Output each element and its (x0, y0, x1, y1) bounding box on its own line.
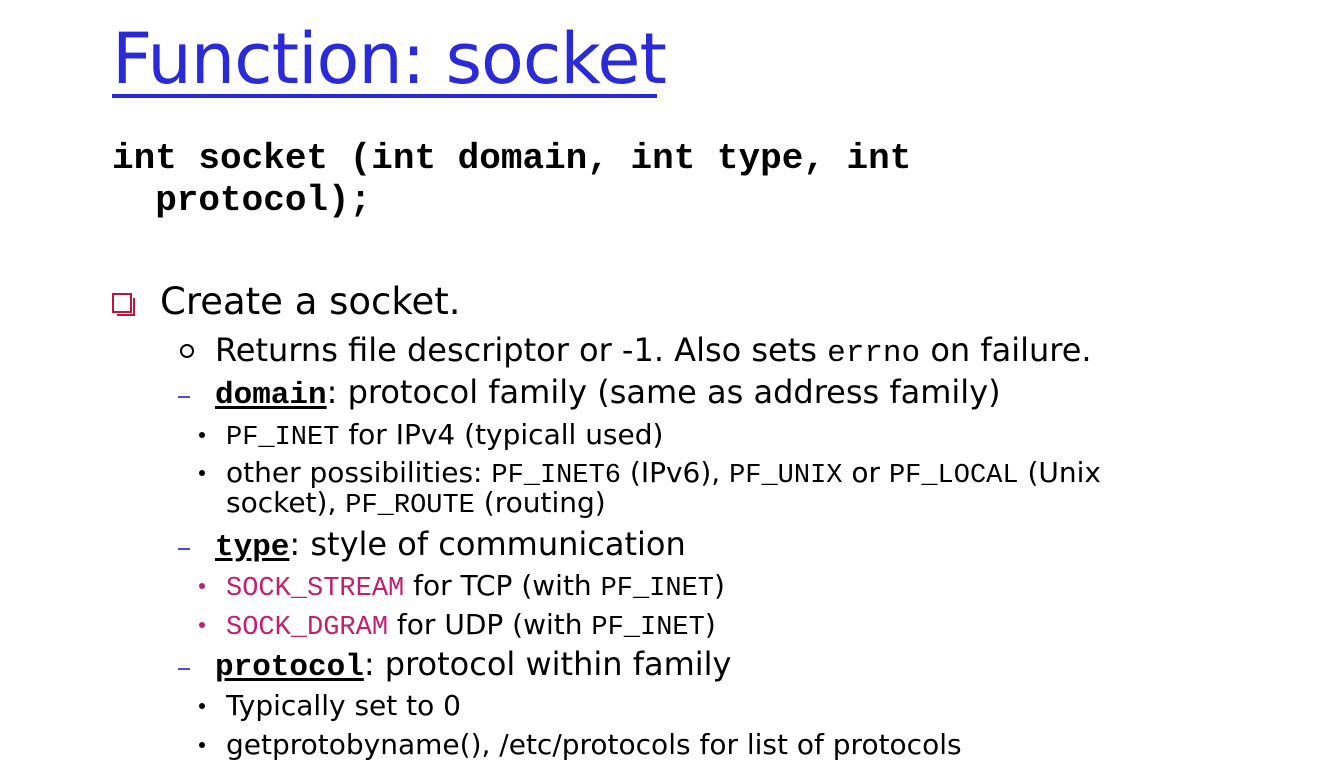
main-bullet-text: Create a socket. (160, 280, 461, 323)
protocol-item-2: getprotobyname(), /etc/protocols for lis… (226, 728, 962, 761)
protocol-keyword: protocol (215, 650, 364, 685)
pf-route-code: PF_ROUTE (345, 491, 475, 521)
dot-bullet-icon (199, 703, 205, 709)
sock-stream-code: SOCK_STREAM (226, 574, 405, 604)
type-item-2: SOCK_DGRAM for UDP (with PF_INET) (226, 608, 716, 645)
returns-prefix: Returns file descriptor or -1. Also sets (215, 331, 828, 369)
type-item-2-text: ) (704, 608, 716, 641)
sock-dgram-code: SOCK_DGRAM (226, 613, 389, 643)
domain-item-1: PF_INET for IPv4 (typicall used) (226, 418, 663, 455)
pf-inet-code: PF_INET (591, 613, 705, 643)
domain-item-2-text: socket), (226, 486, 346, 519)
errno-code: errno (827, 336, 921, 371)
signature-line-2: protocol); (112, 180, 372, 221)
dot-bullet-icon (199, 432, 205, 438)
page-title: Function: socket (112, 18, 667, 100)
type-item-1-text: ) (713, 569, 725, 602)
pf-inet-code: PF_INET (226, 423, 340, 453)
domain-keyword: domain (215, 378, 327, 413)
type-item-1-text: for TCP (with (404, 569, 601, 602)
signature-line-1: int socket (int domain, int type, int (112, 138, 912, 179)
pf-unix-code: PF_UNIX (729, 461, 843, 491)
dash-bullet-icon (178, 668, 190, 670)
returns-suffix: on failure. (920, 331, 1092, 369)
dot-bullet-icon (199, 742, 205, 748)
domain-line: domain: protocol family (same as address… (215, 372, 1001, 416)
domain-item-1-text: for IPv4 (typicall used) (339, 418, 664, 451)
dot-bullet-icon (199, 622, 205, 628)
domain-description: : protocol family (same as address famil… (326, 373, 1001, 411)
type-item-2-text: for UDP (with (388, 608, 592, 641)
title-underline (112, 94, 657, 98)
dot-bullet-icon (199, 470, 205, 476)
domain-item-2-text: (routing) (474, 486, 606, 519)
type-description: : style of communication (289, 525, 686, 563)
domain-item-2-text: or (842, 456, 889, 489)
dash-bullet-icon (178, 548, 190, 550)
type-line: type: style of communication (215, 524, 686, 568)
pf-local-code: PF_LOCAL (888, 461, 1019, 491)
pf-inet-code: PF_INET (600, 574, 714, 604)
domain-item-2-text: (Unix (1018, 456, 1101, 489)
type-item-1: SOCK_STREAM for TCP (with PF_INET) (226, 569, 725, 606)
protocol-description: : protocol within family (363, 645, 732, 683)
domain-item-2-text: (IPv6), (621, 456, 730, 489)
ring-bullet-icon (180, 344, 194, 358)
function-signature: int socket (int domain, int type, int pr… (112, 138, 911, 222)
dot-bullet-icon (199, 583, 205, 589)
returns-line: Returns file descriptor or -1. Also sets… (215, 330, 1092, 374)
domain-item-2-continued: socket), PF_ROUTE (routing) (226, 486, 606, 523)
box-bullet-icon (112, 293, 135, 316)
type-keyword: type (215, 530, 290, 565)
dash-bullet-icon (178, 396, 190, 398)
protocol-item-1: Typically set to 0 (226, 689, 461, 722)
domain-item-2-text: other possibilities: (226, 456, 492, 489)
protocol-line: protocol: protocol within family (215, 644, 731, 688)
